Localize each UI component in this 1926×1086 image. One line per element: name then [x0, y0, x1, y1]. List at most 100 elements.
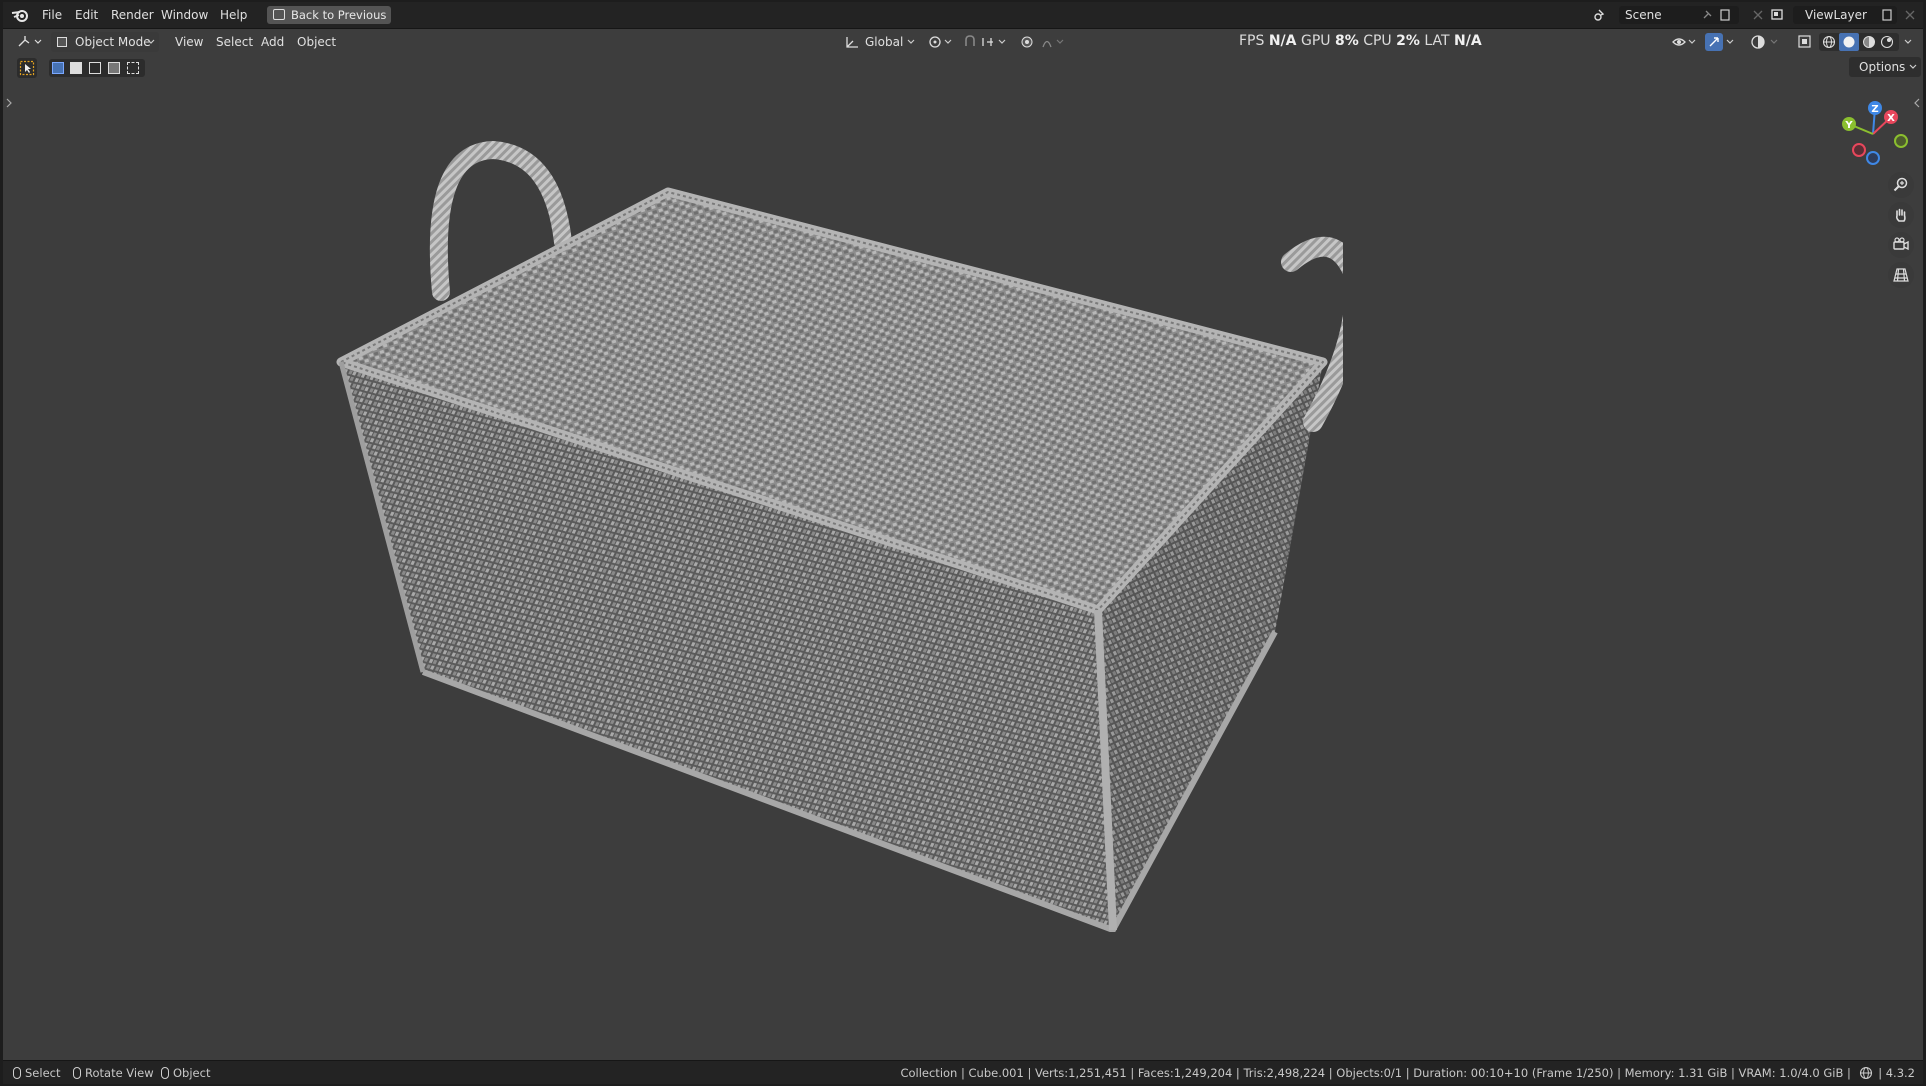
- back-to-previous-button[interactable]: Back to Previous: [267, 6, 391, 24]
- menu-help[interactable]: Help: [220, 2, 247, 28]
- gizmo-dropdown-chevron-icon[interactable]: [1725, 38, 1735, 46]
- view-layer-name: ViewLayer: [1805, 8, 1867, 22]
- options-label: Options: [1859, 60, 1906, 74]
- menu-select[interactable]: Select: [216, 32, 253, 52]
- y-axis-label: Y: [1844, 120, 1853, 131]
- chevron-down-icon: [147, 39, 155, 44]
- lat-label: LAT: [1424, 33, 1450, 49]
- pin-icon[interactable]: [1701, 9, 1713, 21]
- select-box-tool-icon: [19, 60, 35, 76]
- camera-view-button[interactable]: [1888, 232, 1914, 258]
- new-view-layer-icon[interactable]: [1881, 9, 1893, 21]
- menu-render[interactable]: Render: [111, 2, 154, 28]
- navigation-gizmo[interactable]: Z X Y: [1833, 94, 1913, 174]
- active-tool-button[interactable]: [17, 58, 37, 78]
- top-bar: File Edit Render Window Help Back to Pre…: [3, 2, 1923, 29]
- blender-version: 4.3.2: [1885, 1066, 1915, 1080]
- toolbar-expand-arrow-icon[interactable]: [5, 98, 13, 108]
- status-select-label: Select: [25, 1066, 61, 1080]
- left-mouse-icon: [13, 1067, 21, 1079]
- extend-selection-icon[interactable]: [70, 62, 82, 74]
- blender-window: File Edit Render Window Help Back to Pre…: [3, 2, 1923, 1084]
- chevron-down-icon: [907, 39, 915, 44]
- view-layer-icon[interactable]: [1771, 8, 1785, 22]
- blender-logo-icon[interactable]: [11, 6, 31, 24]
- menu-object[interactable]: Object: [297, 32, 336, 52]
- viewport-header: Object Mode View Select Add Object Globa…: [3, 29, 1923, 55]
- menu-file[interactable]: File: [42, 2, 62, 28]
- status-object-label: Object: [173, 1066, 211, 1080]
- neg-y-axis-handle[interactable]: [1894, 134, 1908, 148]
- material-preview-icon[interactable]: [1862, 35, 1876, 49]
- invert-selection-icon[interactable]: [108, 62, 120, 74]
- fps-value: N/A: [1268, 33, 1297, 49]
- camera-icon: [1893, 237, 1909, 251]
- x-axis-label: X: [1887, 113, 1895, 124]
- close-scene-icon[interactable]: [1751, 8, 1765, 22]
- menu-view[interactable]: View: [175, 32, 203, 52]
- z-axis-label: Z: [1871, 104, 1878, 115]
- object-mode-icon: [57, 37, 67, 47]
- scene-name: Scene: [1625, 8, 1662, 22]
- scene-name-field[interactable]: Scene: [1619, 6, 1739, 24]
- chevron-down-icon: [1909, 64, 1917, 69]
- scene-info-text: Collection | Cube.001 | Verts:1,251,451 …: [900, 1066, 1851, 1080]
- cpu-label: CPU: [1363, 33, 1392, 49]
- status-rotate-label: Rotate View: [85, 1066, 154, 1080]
- snap-icon[interactable]: [963, 34, 1011, 50]
- grid-perspective-icon: [1893, 268, 1909, 282]
- gizmo-toggle-button[interactable]: [1705, 33, 1723, 51]
- object-mode-label: Object Mode: [75, 35, 151, 49]
- close-view-layer-icon[interactable]: [1903, 8, 1917, 22]
- hand-icon: [1895, 208, 1906, 222]
- solid-shading-icon: [1843, 36, 1855, 48]
- subtract-selection-icon[interactable]: [89, 62, 101, 74]
- cpu-value: 2%: [1396, 33, 1420, 49]
- intersect-selection-icon[interactable]: [127, 62, 139, 74]
- neg-x-axis-handle[interactable]: [1852, 143, 1866, 157]
- menu-edit[interactable]: Edit: [75, 2, 98, 28]
- zoom-icon: [1893, 177, 1908, 192]
- pan-button[interactable]: [1888, 202, 1914, 228]
- right-mouse-icon: [161, 1067, 169, 1079]
- sidebar-expand-arrow-icon[interactable]: [1913, 98, 1921, 108]
- solid-shading-button[interactable]: [1839, 33, 1859, 51]
- view-layer-field[interactable]: ViewLayer: [1793, 6, 1897, 24]
- object-mode-dropdown[interactable]: Object Mode: [51, 32, 159, 52]
- wireframe-shading-icon[interactable]: [1822, 35, 1836, 49]
- rendered-shading-icon[interactable]: [1880, 35, 1894, 49]
- screen-icon: [273, 9, 285, 20]
- menu-window[interactable]: Window: [161, 2, 208, 28]
- pivot-point-icon[interactable]: [927, 34, 955, 50]
- status-bar: Select Rotate View Object Collection | C…: [3, 1060, 1923, 1084]
- editor-type-icon[interactable]: [17, 34, 43, 50]
- options-dropdown[interactable]: Options: [1849, 57, 1921, 77]
- orientation-axes-icon: [846, 37, 858, 48]
- network-globe-icon: [1859, 1066, 1872, 1080]
- shading-dropdown-chevron-icon[interactable]: [1903, 38, 1913, 46]
- visibility-selectability-icon[interactable]: [1671, 33, 1699, 51]
- xray-toggle-icon[interactable]: [1797, 34, 1813, 50]
- performance-stats: FPS N/A GPU 8% CPU 2% LAT N/A: [1239, 30, 1482, 52]
- status-select: Select: [13, 1061, 60, 1084]
- transform-orientation-label: Global: [865, 35, 904, 49]
- set-new-selection-icon[interactable]: [52, 62, 64, 74]
- neg-z-axis-handle[interactable]: [1866, 151, 1880, 165]
- basket-3d-model[interactable]: [323, 132, 1343, 932]
- transform-orientation-dropdown[interactable]: Global: [843, 32, 919, 52]
- fps-label: FPS: [1239, 33, 1265, 49]
- perspective-toggle-button[interactable]: [1888, 262, 1914, 288]
- proportional-editing-icon[interactable]: [1019, 34, 1069, 50]
- shading-mode-group: [1819, 33, 1899, 51]
- zoom-button[interactable]: [1888, 172, 1914, 198]
- middle-mouse-icon: [73, 1067, 81, 1079]
- gpu-label: GPU: [1300, 33, 1331, 49]
- gpu-value: 8%: [1334, 33, 1359, 49]
- new-scene-icon[interactable]: [1719, 9, 1731, 21]
- lat-value: N/A: [1453, 33, 1482, 49]
- scene-selector-icon[interactable]: [1593, 8, 1607, 22]
- gizmo-icon: [1709, 37, 1719, 47]
- overlays-icon[interactable]: [1751, 33, 1781, 51]
- status-rotate-view: Rotate View: [73, 1061, 154, 1084]
- menu-add[interactable]: Add: [261, 32, 284, 52]
